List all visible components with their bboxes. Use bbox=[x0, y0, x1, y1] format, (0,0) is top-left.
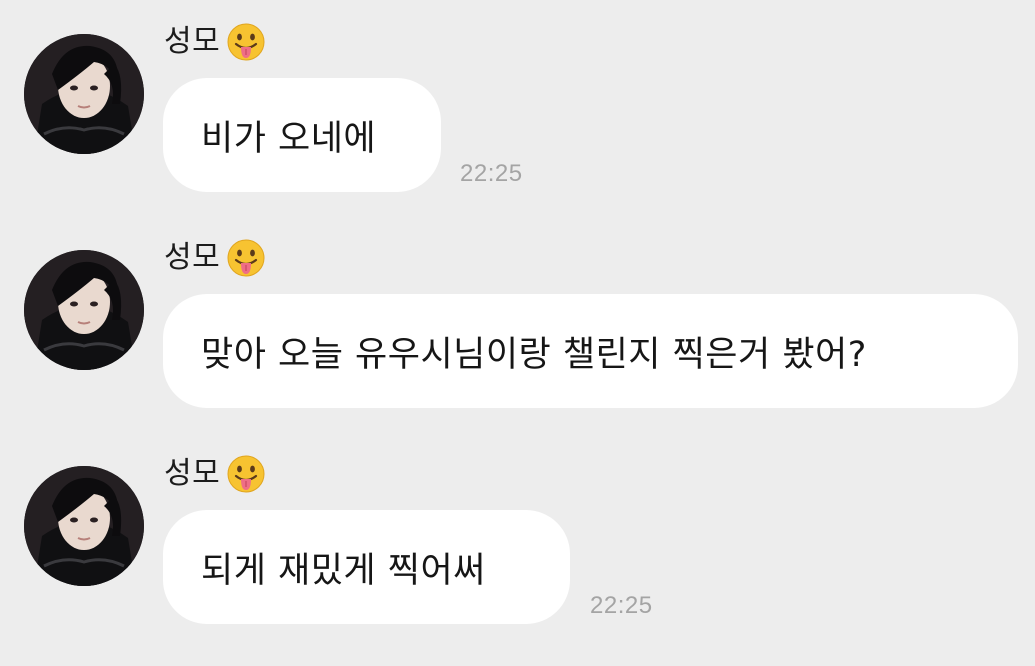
message-timestamp: 22:25 bbox=[460, 160, 523, 187]
message-row-1: 성모 비가 오네에 22:25 bbox=[0, 23, 1035, 234]
face-with-tongue-icon bbox=[226, 454, 266, 494]
profile-photo-icon bbox=[24, 466, 144, 586]
sender-header: 성모 bbox=[164, 452, 266, 496]
message-row-2: 성모 맞아 오늘 유우시님이랑 챌린지 찍은거 봤어? bbox=[0, 239, 1035, 450]
avatar[interactable] bbox=[24, 466, 144, 586]
profile-photo-icon bbox=[24, 34, 144, 154]
sender-name: 성모 bbox=[164, 240, 221, 275]
message-bubble[interactable]: 비가 오네에 bbox=[163, 78, 441, 192]
profile-photo-icon bbox=[24, 250, 144, 370]
message-text: 비가 오네에 bbox=[201, 118, 377, 159]
message-row-3: 성모 되게 재밌게 찍어써 22:25 bbox=[0, 455, 1035, 666]
sender-header: 성모 bbox=[164, 20, 266, 64]
message-text: 되게 재밌게 찍어써 bbox=[201, 550, 486, 591]
sender-name: 성모 bbox=[164, 456, 221, 491]
face-with-tongue-icon bbox=[226, 22, 266, 62]
face-with-tongue-icon bbox=[226, 238, 266, 278]
sender-name: 성모 bbox=[164, 24, 221, 59]
avatar[interactable] bbox=[24, 250, 144, 370]
message-bubble[interactable]: 되게 재밌게 찍어써 bbox=[163, 510, 570, 624]
avatar[interactable] bbox=[24, 34, 144, 154]
sender-header: 성모 bbox=[164, 236, 266, 280]
message-timestamp: 22:25 bbox=[590, 592, 653, 619]
message-bubble[interactable]: 맞아 오늘 유우시님이랑 챌린지 찍은거 봤어? bbox=[163, 294, 1018, 408]
message-text: 맞아 오늘 유우시님이랑 챌린지 찍은거 봤어? bbox=[201, 334, 867, 375]
